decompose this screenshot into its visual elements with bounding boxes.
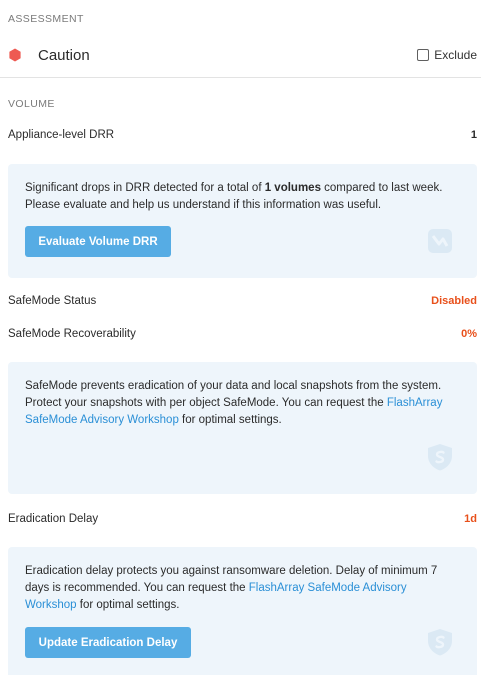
section-divider	[0, 77, 481, 78]
evaluate-volume-drr-button[interactable]: Evaluate Volume DRR	[25, 226, 171, 257]
exclude-checkbox-label: Exclude	[434, 48, 477, 62]
eradication-card-text: Eradication delay protects you against r…	[25, 565, 438, 611]
exclude-checkbox[interactable]: Exclude	[417, 48, 477, 62]
drr-value: 1	[470, 129, 477, 141]
eradication-delay-row: Eradication Delay 1d	[8, 513, 477, 525]
assessment-status-row: Caution Exclude	[8, 42, 477, 68]
eradication-delay-label: Eradication Delay	[8, 513, 99, 525]
eradication-delay-value: 1d	[464, 513, 477, 525]
exclude-checkbox-box[interactable]	[417, 49, 430, 61]
caution-hexagon-icon	[9, 48, 21, 62]
shield-watermark-icon	[428, 629, 452, 656]
safemode-card-text: SafeMode prevents eradication of your da…	[25, 380, 443, 426]
shield-watermark-icon	[428, 444, 452, 471]
safemode-status-label: SafeMode Status	[8, 295, 97, 307]
volume-section-title: VOLUME	[8, 98, 55, 110]
drr-label: Appliance-level DRR	[8, 129, 115, 141]
drr-volumes-count: 1 volumes	[264, 182, 321, 194]
safemode-info-card: SafeMode prevents eradication of your da…	[8, 362, 477, 494]
assessment-status-label: Caution	[38, 46, 90, 64]
drr-row: Appliance-level DRR 1	[8, 129, 477, 141]
safemode-status-value: Disabled	[431, 295, 477, 307]
safemode-status-row: SafeMode Status Disabled	[8, 295, 477, 307]
chart-watermark-icon	[428, 229, 452, 253]
drr-info-card: Significant drops in DRR detected for a …	[8, 164, 477, 278]
safemode-recoverability-label: SafeMode Recoverability	[8, 328, 136, 340]
safemode-recoverability-row: SafeMode Recoverability 0%	[8, 328, 477, 340]
drr-card-text: Significant drops in DRR detected for a …	[25, 182, 443, 211]
update-eradication-delay-button[interactable]: Update Eradication Delay	[25, 627, 191, 658]
eradication-info-card: Eradication delay protects you against r…	[8, 547, 477, 675]
assessment-section-title: ASSESSMENT	[8, 13, 84, 25]
safemode-recoverability-value: 0%	[461, 328, 477, 340]
